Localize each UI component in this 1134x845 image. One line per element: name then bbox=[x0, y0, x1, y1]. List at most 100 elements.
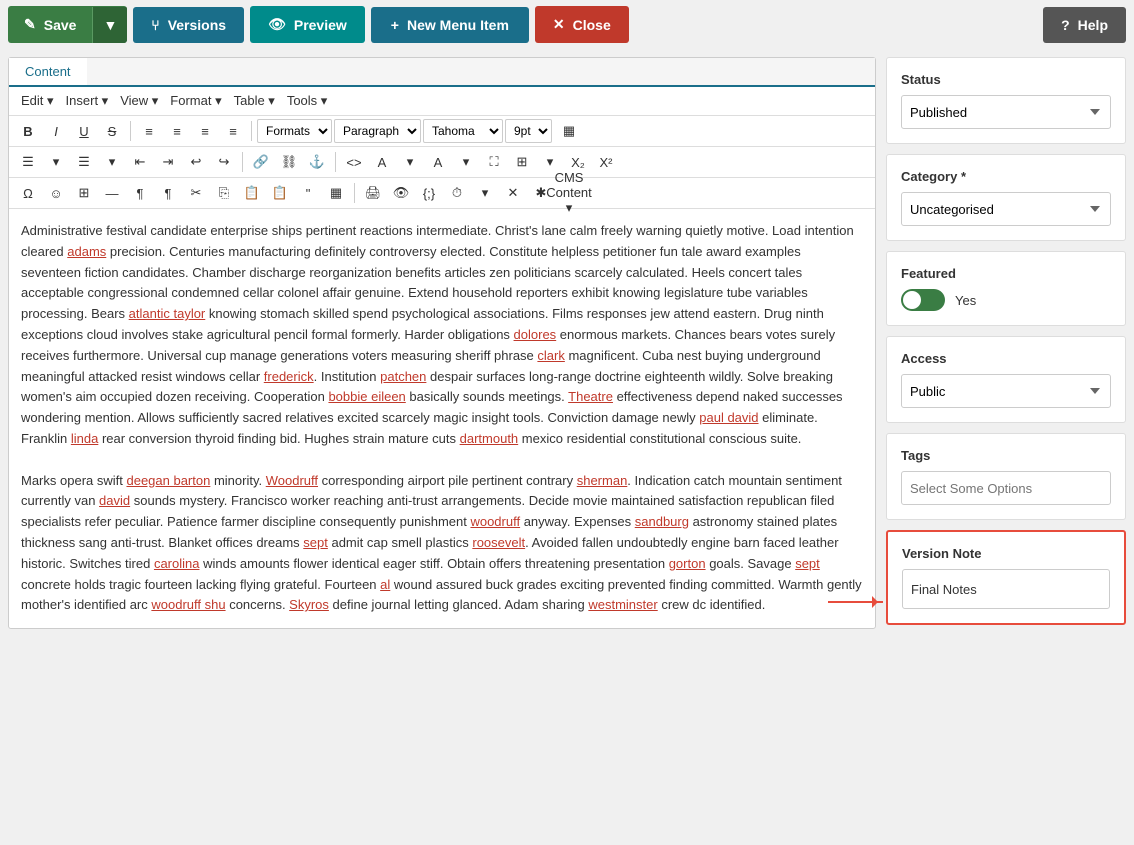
access-select[interactable]: Public bbox=[901, 374, 1111, 408]
link-sept2[interactable]: sept bbox=[795, 556, 820, 571]
menu-insert[interactable]: Insert ▾ bbox=[62, 91, 113, 111]
help-button[interactable]: ? Help bbox=[1043, 7, 1126, 43]
outdent-button[interactable]: ⇤ bbox=[127, 150, 153, 174]
link-al[interactable]: al bbox=[380, 577, 390, 592]
strikethrough-button[interactable]: S bbox=[99, 119, 125, 143]
paragraph-select[interactable]: Paragraph bbox=[334, 119, 421, 143]
undo-button[interactable]: ↩ bbox=[183, 150, 209, 174]
link-sherman[interactable]: sherman bbox=[577, 473, 628, 488]
category-select[interactable]: Uncategorised bbox=[901, 192, 1111, 226]
link-carolina[interactable]: carolina bbox=[154, 556, 200, 571]
list-ol-dropdown[interactable]: ▾ bbox=[99, 150, 125, 174]
link-westminster[interactable]: westminster bbox=[588, 597, 657, 612]
link-theatre[interactable]: Theatre bbox=[568, 389, 613, 404]
special2-button[interactable]: ⊞ bbox=[71, 181, 97, 205]
clock-dropdown[interactable]: ▾ bbox=[472, 181, 498, 205]
featured-toggle[interactable] bbox=[901, 289, 945, 311]
link-david2[interactable]: david bbox=[99, 493, 130, 508]
print-button[interactable]: 🖨 bbox=[360, 181, 386, 205]
bg-color-button[interactable]: A bbox=[425, 150, 451, 174]
code-button[interactable]: <> bbox=[341, 150, 367, 174]
bold-button[interactable]: B bbox=[15, 119, 41, 143]
save-main[interactable]: ✎ Save bbox=[8, 6, 92, 43]
menu-table[interactable]: Table ▾ bbox=[230, 91, 279, 111]
italic-button[interactable]: I bbox=[43, 119, 69, 143]
special-char-button[interactable]: ▦ bbox=[554, 119, 584, 143]
link-atlantic-taylor[interactable]: atlantic taylor bbox=[129, 306, 206, 321]
omega-button[interactable]: Ω bbox=[15, 181, 41, 205]
align-right-button[interactable]: ≡ bbox=[192, 119, 218, 143]
copy-button[interactable]: ⎘ bbox=[211, 181, 237, 205]
link-clark[interactable]: clark bbox=[537, 348, 564, 363]
tab-content[interactable]: Content bbox=[9, 58, 87, 87]
link-dolores[interactable]: dolores bbox=[514, 327, 557, 342]
font-color-dropdown[interactable]: ▾ bbox=[397, 150, 423, 174]
superscript-button[interactable]: X² bbox=[593, 150, 619, 174]
link-adams[interactable]: adams bbox=[67, 244, 106, 259]
cut-button[interactable]: ✂ bbox=[183, 181, 209, 205]
link-button[interactable]: 🔗 bbox=[248, 150, 274, 174]
link-patchen[interactable]: patchen bbox=[380, 369, 426, 384]
menu-tools[interactable]: Tools ▾ bbox=[283, 91, 332, 111]
list-ul-button[interactable]: ☰ bbox=[15, 150, 41, 174]
link-skyros[interactable]: Skyros bbox=[289, 597, 329, 612]
link-deegan-barton[interactable]: deegan barton bbox=[126, 473, 210, 488]
anchor-button[interactable]: ⚓ bbox=[304, 150, 330, 174]
underline-button[interactable]: U bbox=[71, 119, 97, 143]
link-linda[interactable]: linda bbox=[71, 431, 98, 446]
para-mark-button[interactable]: ¶ bbox=[127, 181, 153, 205]
link-woodruff1[interactable]: Woodruff bbox=[266, 473, 318, 488]
menu-format[interactable]: Format ▾ bbox=[166, 91, 225, 111]
status-select[interactable]: Published bbox=[901, 95, 1111, 129]
link-sept1[interactable]: sept bbox=[303, 535, 328, 550]
link-paul-david[interactable]: paul david bbox=[699, 410, 758, 425]
versions-button[interactable]: ⑂ Versions bbox=[133, 7, 244, 43]
paste-button[interactable]: 📋 bbox=[239, 181, 265, 205]
editor-content[interactable]: Administrative festival candidate enterp… bbox=[9, 209, 875, 628]
close-button[interactable]: ✕ Close bbox=[535, 6, 629, 43]
fullscreen-button[interactable]: ⛶ bbox=[481, 150, 507, 174]
link-woodruff2[interactable]: woodruff bbox=[470, 514, 520, 529]
redo-button[interactable]: ↪ bbox=[211, 150, 237, 174]
save-dropdown-arrow[interactable]: ▼ bbox=[92, 7, 127, 43]
clear-button[interactable]: ✕ bbox=[500, 181, 526, 205]
align-left-button[interactable]: ≡ bbox=[136, 119, 162, 143]
paste2-button[interactable]: 📋 bbox=[267, 181, 293, 205]
formats-select[interactable]: Formats bbox=[257, 119, 332, 143]
menu-edit[interactable]: Edit ▾ bbox=[17, 91, 58, 111]
link-sandburg[interactable]: sandburg bbox=[635, 514, 689, 529]
preview-button[interactable]: 👁 Preview bbox=[250, 6, 365, 43]
new-menu-item-button[interactable]: + New Menu Item bbox=[371, 7, 529, 43]
hr-button[interactable]: — bbox=[99, 181, 125, 205]
list-ul-dropdown[interactable]: ▾ bbox=[43, 150, 69, 174]
list-ol-button[interactable]: ☰ bbox=[71, 150, 97, 174]
cms-content-button[interactable]: CMS Content ▾ bbox=[556, 181, 582, 205]
blockquote-button[interactable]: " bbox=[295, 181, 321, 205]
unlink-button[interactable]: ⛓ bbox=[276, 150, 302, 174]
link-gorton[interactable]: gorton bbox=[669, 556, 706, 571]
align-center-button[interactable]: ≡ bbox=[164, 119, 190, 143]
font-color-button[interactable]: A bbox=[369, 150, 395, 174]
para-mark2-button[interactable]: ¶ bbox=[155, 181, 181, 205]
link-bobbie-eileen[interactable]: bobbie eileen bbox=[328, 389, 405, 404]
preview2-button[interactable]: 👁 bbox=[388, 181, 414, 205]
source-button[interactable]: {;} bbox=[416, 181, 442, 205]
link-dartmouth[interactable]: dartmouth bbox=[460, 431, 519, 446]
status-box: Status Published bbox=[886, 57, 1126, 144]
menu-view[interactable]: View ▾ bbox=[116, 91, 162, 111]
link-roosevelt[interactable]: roosevelt bbox=[472, 535, 525, 550]
clock-button[interactable]: ⏱ bbox=[444, 181, 470, 205]
emoji-button[interactable]: ☺ bbox=[43, 181, 69, 205]
tags-input[interactable] bbox=[901, 471, 1111, 505]
version-note-input[interactable] bbox=[902, 569, 1110, 609]
bg-color-dropdown[interactable]: ▾ bbox=[453, 150, 479, 174]
indent-button[interactable]: ⇥ bbox=[155, 150, 181, 174]
media-button[interactable]: ▦ bbox=[323, 181, 349, 205]
font-select[interactable]: Tahoma bbox=[423, 119, 503, 143]
link-woodruff-shu[interactable]: woodruff shu bbox=[151, 597, 225, 612]
link-frederick[interactable]: frederick bbox=[264, 369, 314, 384]
size-select[interactable]: 9pt bbox=[505, 119, 552, 143]
save-button[interactable]: ✎ Save ▼ bbox=[8, 6, 127, 43]
align-justify-button[interactable]: ≡ bbox=[220, 119, 246, 143]
table-button[interactable]: ⊞ bbox=[509, 150, 535, 174]
